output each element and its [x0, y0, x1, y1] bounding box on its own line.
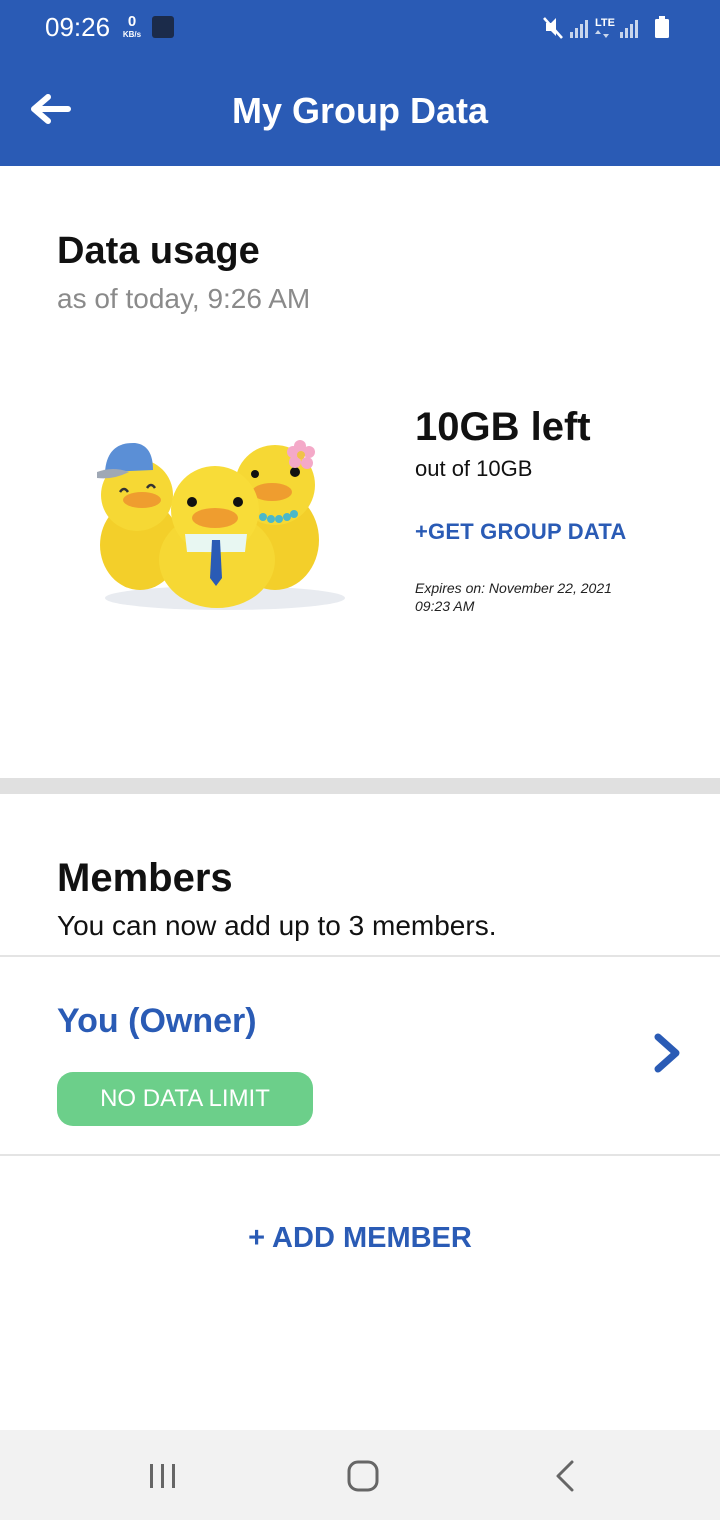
back-nav-icon[interactable] — [552, 1459, 578, 1493]
data-left-amount: 10GB left — [415, 405, 591, 449]
divider — [0, 1154, 720, 1156]
chevron-right-icon[interactable] — [650, 1032, 684, 1074]
signal-icon-2 — [620, 20, 638, 38]
network-speed-value: 0 — [127, 13, 137, 30]
expiry-time: 09:23 AM — [415, 598, 475, 614]
signal-icon — [570, 20, 588, 38]
network-speed-indicator: 0 KB/s — [120, 14, 144, 39]
mute-icon — [543, 17, 563, 39]
member-name: You (Owner) — [57, 1002, 257, 1040]
data-usage-timestamp: as of today, 9:26 AM — [57, 283, 311, 314]
battery-icon — [655, 16, 669, 38]
status-icons: LTE — [543, 16, 669, 39]
get-group-data-link[interactable]: +GET GROUP DATA — [415, 519, 626, 545]
members-subtitle: You can now add up to 3 members. — [57, 910, 497, 941]
member-row-owner[interactable]: You (Owner) NO DATA LIMIT — [0, 957, 720, 1154]
notification-app-icon — [152, 16, 174, 38]
home-icon[interactable] — [346, 1459, 380, 1493]
add-member-button[interactable]: + ADD MEMBER — [0, 1222, 720, 1255]
expiry-date: Expires on: November 22, 2021 — [415, 580, 612, 596]
network-type-label: LTE — [595, 17, 615, 29]
status-time: 09:26 — [45, 12, 111, 42]
data-usage-title: Data usage — [57, 230, 260, 272]
recent-apps-icon[interactable] — [146, 1462, 180, 1490]
members-title: Members — [57, 856, 233, 900]
data-limit-badge: NO DATA LIMIT — [57, 1072, 313, 1126]
ducks-illustration — [97, 440, 345, 610]
section-divider — [0, 778, 720, 794]
data-total: out of 10GB — [415, 456, 533, 481]
status-bar: 09:26 0 KB/s LTE — [0, 0, 720, 56]
network-speed-unit: KB/s — [122, 30, 142, 39]
app-bar: 09:26 0 KB/s LTE My Group Data — [0, 0, 720, 166]
expiry-info: Expires on: November 22, 2021 09:23 AM — [415, 579, 675, 615]
lte-arrows-icon — [595, 30, 609, 38]
page-title: My Group Data — [231, 90, 489, 131]
